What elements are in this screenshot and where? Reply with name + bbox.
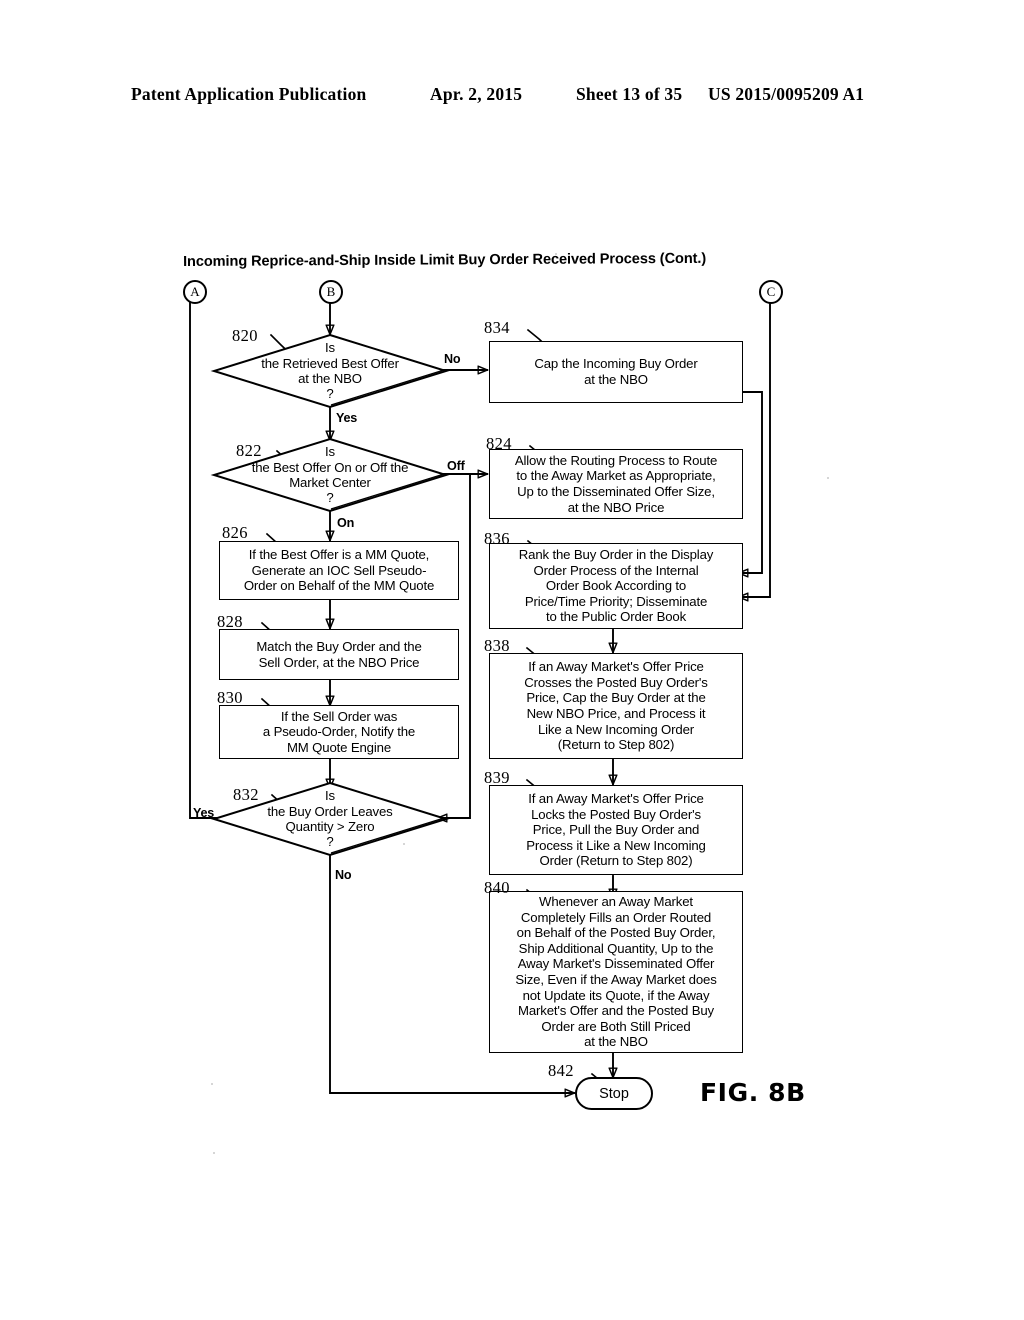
process-839-line-4: Process it Like a New Incoming [526, 837, 706, 853]
process-840-line-4: Ship Additional Quantity, Up to the [518, 940, 714, 956]
process-826[interactable]: If the Best Offer is a MM Quote, Generat… [219, 541, 461, 602]
process-830[interactable]: If the Sell Order was a Pseudo-Order, No… [219, 705, 461, 761]
process-830-line-1: If the Sell Order was [280, 708, 398, 724]
process-839-line-3: Price, Pull the Buy Order and [532, 822, 700, 838]
process-826-line-2: Generate an IOC Sell Pseudo- [251, 562, 427, 578]
process-839[interactable]: If an Away Market's Offer Price Locks th… [489, 785, 745, 877]
ref-840: 840 [484, 878, 510, 897]
process-836-line-1: Rank the Buy Order in the Display [518, 547, 714, 563]
process-836-line-4: Price/Time Priority; Disseminate [524, 593, 708, 609]
ref-830: 830 [217, 688, 243, 707]
process-838-line-1: If an Away Market's Offer Price [528, 659, 704, 675]
process-840-line-7: not Update its Quote, if the Away [522, 987, 710, 1003]
edge-label-822-on: On [337, 516, 355, 530]
scan-speck [211, 1083, 213, 1085]
process-840-line-6: Size, Even if the Away Market does [515, 972, 717, 987]
process-839-line-2: Locks the Posted Buy Order's [531, 806, 701, 822]
connector-c-label: C [766, 284, 776, 299]
process-838-line-6: (Return to Step 802) [557, 737, 675, 753]
process-838[interactable]: If an Away Market's Offer Price Crosses … [489, 653, 745, 761]
process-840-line-5: Away Market's Disseminated Offer [517, 956, 715, 972]
process-840-line-8: Market's Offer and the Posted Buy [518, 1003, 714, 1019]
ref-834: 834 [484, 318, 510, 337]
process-840-line-3: on Behalf of the Posted Buy Order, [516, 925, 716, 941]
terminal-stop[interactable]: Stop [575, 1077, 654, 1111]
terminal-stop-label: Stop [599, 1085, 629, 1102]
scan-speck [827, 477, 829, 479]
edge-label-832-no: No [335, 868, 352, 882]
process-836[interactable]: Rank the Buy Order in the Display Order … [489, 543, 745, 631]
ref-839: 839 [484, 768, 510, 787]
ref-836: 836 [484, 529, 510, 548]
figure-label: FIG. 8B [700, 1078, 806, 1107]
ref-828: 828 [217, 612, 243, 631]
process-836-line-2: Order Process of the Internal [533, 562, 699, 578]
process-838-line-2: Crosses the Posted Buy Order's [524, 674, 708, 690]
process-838-line-4: New NBO Price, and Process it [526, 706, 706, 721]
process-839-line-5: Order (Return to Step 802) [539, 853, 693, 869]
process-826-line-1: If the Best Offer is a MM Quote, [248, 547, 430, 563]
process-828-line-1: Match the Buy Order and the [256, 638, 422, 654]
connector-a[interactable]: A [183, 280, 207, 304]
ref-838: 838 [484, 636, 510, 655]
process-828[interactable]: Match the Buy Order and the Sell Order, … [219, 629, 461, 682]
ref-842: 842 [548, 1061, 574, 1080]
process-830-line-2: a Pseudo-Order, Notify the [262, 724, 416, 740]
process-824-line-4: at the NBO Price [567, 499, 665, 515]
ref-826: 826 [222, 523, 248, 542]
process-824-line-1: Allow the Routing Process to Route [514, 452, 718, 468]
figure-flowchart: Incoming Reprice-and-Ship Inside Limit B… [0, 0, 1024, 1320]
process-840-line-10: at the NBO [584, 1034, 648, 1050]
process-840-line-9: Order are Both Still Priced [541, 1018, 691, 1034]
process-838-line-5: Like a New Incoming Order [537, 721, 695, 737]
process-826-line-3: Order on Behalf of the MM Quote [243, 578, 435, 594]
connector-a-label: A [190, 284, 200, 299]
process-836-line-3: Order Book According to [545, 578, 687, 594]
edge-label-820-yes: Yes [336, 411, 358, 425]
ref-820: 820 [232, 326, 258, 345]
process-838-line-3: Price, Cap the Buy Order at the [526, 690, 706, 706]
process-840-line-2: Completely Fills an Order Routed [520, 909, 712, 925]
process-824-line-3: Up to the Disseminated Offer Size, [517, 484, 715, 499]
edge-label-832-yes: Yes [193, 806, 215, 820]
process-834-line-1: Cap the Incoming Buy Order [534, 356, 698, 372]
connector-b-label: B [326, 284, 336, 299]
scan-speck [213, 1152, 215, 1154]
process-836-line-5: to the Public Order Book [545, 609, 687, 625]
scan-speck [555, 253, 557, 255]
ref-832: 832 [233, 785, 259, 804]
process-824-line-2: to the Away Market as Appropriate, [516, 468, 716, 484]
edge-label-822-off: Off [447, 459, 465, 473]
process-828-line-2: Sell Order, at the NBO Price [258, 654, 420, 670]
connector-b[interactable]: B [319, 280, 343, 304]
process-824[interactable]: Allow the Routing Process to Route to th… [489, 449, 745, 521]
flowchart-title: Incoming Reprice-and-Ship Inside Limit B… [183, 250, 707, 270]
connector-c[interactable]: C [759, 280, 783, 304]
ref-824: 824 [486, 434, 512, 453]
process-834[interactable]: Cap the Incoming Buy Order at the NBO [489, 341, 745, 405]
ref-822: 822 [236, 441, 262, 460]
process-830-line-3: MM Quote Engine [286, 739, 392, 755]
process-839-line-1: If an Away Market's Offer Price [528, 791, 704, 807]
process-840-line-1: Whenever an Away Market [539, 894, 693, 910]
process-834-line-2: at the NBO [584, 372, 648, 387]
process-840[interactable]: Whenever an Away Market Completely Fills… [489, 891, 745, 1055]
edge-label-820-no: No [444, 352, 461, 366]
scan-speck [403, 843, 405, 845]
